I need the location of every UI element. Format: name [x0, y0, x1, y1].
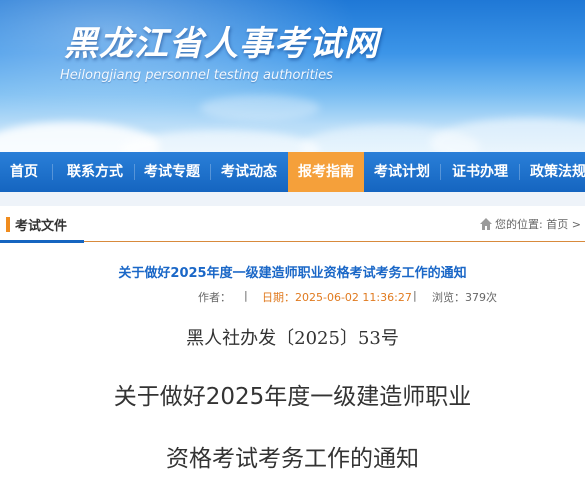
breadcrumb-arrow: >	[571, 218, 581, 231]
section-marker	[6, 217, 10, 232]
date-label: 日期：	[262, 291, 295, 304]
section-title[interactable]: 考试文件	[15, 215, 67, 234]
banner-cloud	[200, 95, 320, 121]
main-nav: 首页 联系方式 考试专题 考试动态 报考指南 考试计划 证书办理 政策法规	[0, 152, 585, 192]
nav-item-home[interactable]: 首页	[0, 152, 48, 192]
section-underline-accent	[0, 240, 84, 243]
nav-separator	[52, 164, 53, 180]
document-number: 黑人社办发〔2025〕53号	[186, 328, 399, 349]
home-icon	[480, 218, 492, 230]
site-banner: 黑龙江省人事考试网 Heilongjiang personnel testing…	[0, 0, 585, 152]
date-value: 2025-06-02 11:36:27	[295, 291, 412, 304]
nav-shadow-strip	[0, 192, 585, 206]
banner-cloud	[430, 118, 585, 152]
meta-separator: |	[244, 289, 248, 302]
breadcrumb-prefix: 您的位置:	[495, 218, 543, 231]
nav-item-contact[interactable]: 联系方式	[56, 152, 134, 192]
nav-item-certificates[interactable]: 证书办理	[441, 152, 519, 192]
meta-separator: |	[413, 289, 417, 302]
breadcrumb-home-link[interactable]: 首页	[546, 218, 568, 231]
section-header: 考试文件 您的位置: 首页 >	[0, 206, 585, 243]
site-title: 黑龙江省人事考试网	[64, 24, 379, 64]
document-heading-line-1: 关于做好2025年度一级建造师职业	[113, 384, 472, 410]
site-subtitle: Heilongjiang personnel testing authoriti…	[60, 68, 333, 83]
article-author-label: 作者：	[198, 291, 231, 304]
nav-item-exam-plan[interactable]: 考试计划	[364, 152, 440, 192]
views-value: 379次	[465, 291, 497, 304]
nav-item-policies[interactable]: 政策法规	[524, 152, 585, 192]
section-underline	[84, 241, 585, 242]
nav-item-exam-news[interactable]: 考试动态	[210, 152, 288, 192]
views-label: 浏览：	[432, 291, 465, 304]
article-date: 日期：2025-06-02 11:36:27	[262, 289, 412, 305]
nav-item-exam-topics[interactable]: 考试专题	[134, 152, 210, 192]
article-title: 关于做好2025年度一级建造师职业资格考试考务工作的通知	[118, 266, 467, 281]
nav-separator	[519, 164, 520, 180]
article-views: 浏览：379次	[432, 289, 497, 305]
document-heading-line-2: 资格考试考务工作的通知	[166, 446, 419, 472]
breadcrumb: 您的位置: 首页 >	[495, 216, 581, 232]
nav-item-registration-guide[interactable]: 报考指南	[288, 152, 364, 192]
